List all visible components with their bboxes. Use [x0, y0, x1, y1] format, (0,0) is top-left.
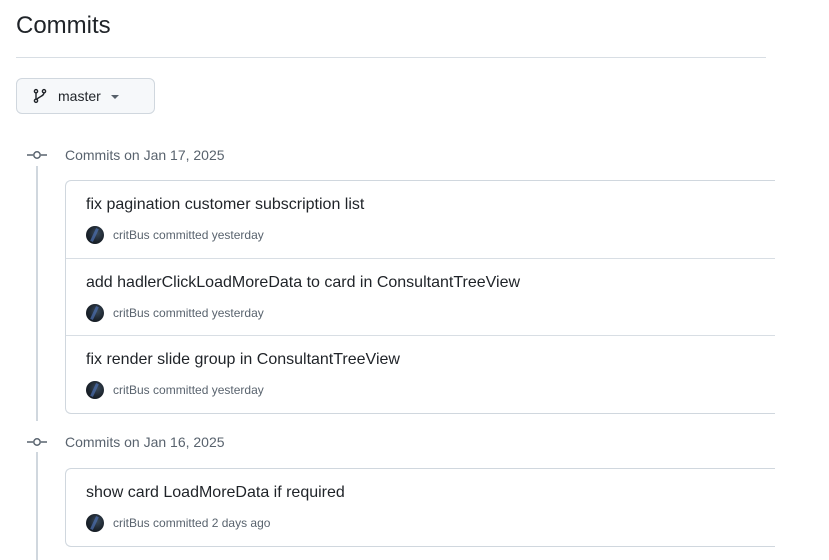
git-branch-icon	[32, 88, 48, 104]
page-title: Commits	[16, 12, 111, 39]
commit-list-card: show card LoadMoreData if required critB…	[65, 468, 775, 547]
commit-action: committed	[153, 228, 209, 242]
git-commit-icon	[26, 147, 48, 163]
commit-meta: critBus committed yesterday	[86, 381, 264, 399]
branch-name: master	[58, 88, 101, 104]
commit-time: 2 days ago	[211, 516, 271, 530]
commit-group-header: Commits on Jan 16, 2025	[26, 432, 225, 452]
commit-message-link[interactable]: add hadlerClickLoadMoreData to card in C…	[86, 274, 520, 292]
timeline-line	[36, 452, 38, 560]
commit-time: yesterday	[211, 228, 264, 242]
commit-row: fix pagination customer subscription lis…	[66, 181, 775, 258]
commit-list-card: fix pagination customer subscription lis…	[65, 180, 775, 414]
commit-group-header: Commits on Jan 17, 2025	[26, 145, 225, 165]
avatar[interactable]	[86, 381, 104, 399]
commit-meta: critBus committed 2 days ago	[86, 514, 270, 532]
commit-action: committed	[153, 306, 209, 320]
avatar[interactable]	[86, 304, 104, 322]
commit-message-link[interactable]: show card LoadMoreData if required	[86, 484, 345, 502]
title-divider	[16, 57, 766, 58]
commit-time: yesterday	[211, 383, 264, 397]
commit-time: yesterday	[211, 306, 264, 320]
avatar[interactable]	[86, 226, 104, 244]
commit-author[interactable]: critBus	[113, 383, 150, 397]
commit-author[interactable]: critBus	[113, 228, 150, 242]
branch-selector-button[interactable]: master	[16, 78, 155, 114]
commits-page: Commits master Commits on Jan 17, 2025 f…	[0, 0, 829, 560]
commit-action: committed	[153, 516, 209, 530]
commit-author[interactable]: critBus	[113, 306, 150, 320]
chevron-down-icon	[110, 95, 119, 99]
commit-meta: critBus committed yesterday	[86, 226, 264, 244]
commit-group-date: Commits on Jan 17, 2025	[65, 147, 225, 163]
git-commit-icon	[26, 434, 48, 450]
commit-action: committed	[153, 383, 209, 397]
commit-row: show card LoadMoreData if required critB…	[66, 469, 775, 546]
avatar[interactable]	[86, 514, 104, 532]
commit-row: add hadlerClickLoadMoreData to card in C…	[66, 258, 775, 335]
commit-group-date: Commits on Jan 16, 2025	[65, 434, 225, 450]
commit-row: fix render slide group in ConsultantTree…	[66, 335, 775, 412]
commit-message-link[interactable]: fix pagination customer subscription lis…	[86, 196, 364, 214]
commit-message-link[interactable]: fix render slide group in ConsultantTree…	[86, 351, 400, 369]
commit-author[interactable]: critBus	[113, 516, 150, 530]
timeline-line	[36, 166, 38, 421]
commit-meta: critBus committed yesterday	[86, 304, 264, 322]
